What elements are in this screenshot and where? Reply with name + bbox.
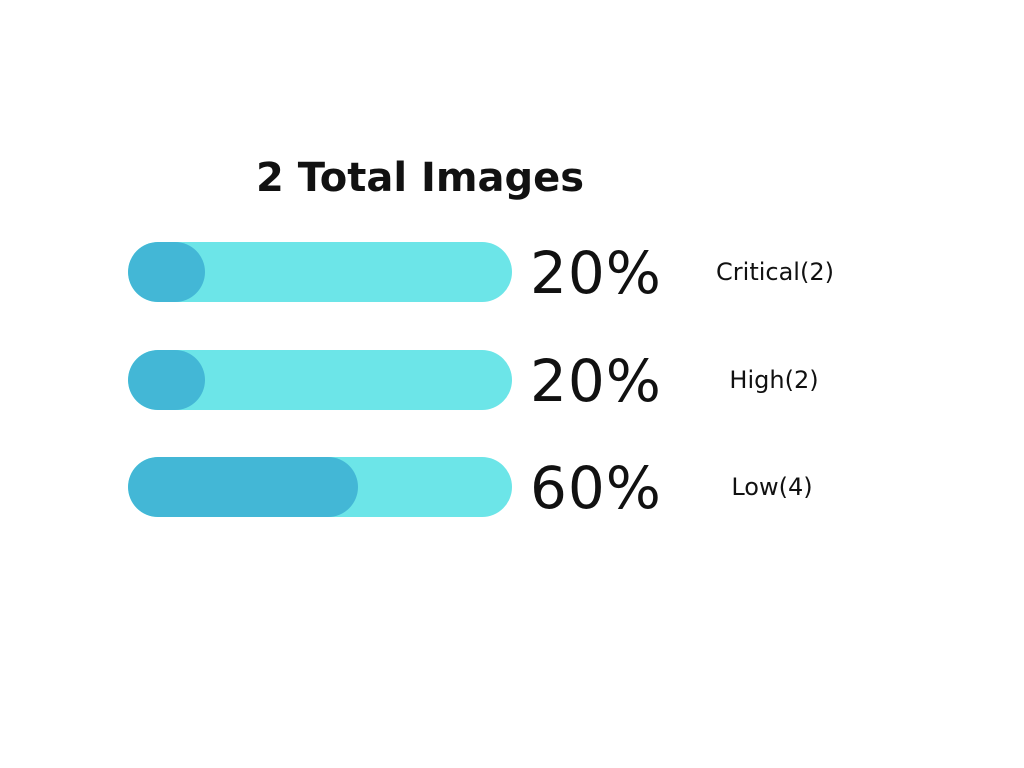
bar-category-label: Critical(2): [716, 258, 834, 286]
bar-category-label: Low(4): [731, 473, 813, 501]
bar-row: 60% Low(4): [0, 455, 1024, 521]
bar-category-label: High(2): [729, 366, 819, 394]
bar-value-label: 20%: [530, 347, 662, 415]
bar-row: 20% Critical(2): [0, 240, 1024, 306]
bar-value-label: 60%: [530, 454, 662, 522]
bar-value-label: 20%: [530, 239, 662, 307]
bar-fill: [128, 350, 205, 410]
bar-track: [128, 457, 512, 517]
bar-track: [128, 242, 512, 302]
chart-title: 2 Total Images: [256, 155, 585, 201]
bar-fill: [128, 242, 205, 302]
bar-fill: [128, 457, 358, 517]
bar-track: [128, 350, 512, 410]
bar-row: 20% High(2): [0, 348, 1024, 414]
